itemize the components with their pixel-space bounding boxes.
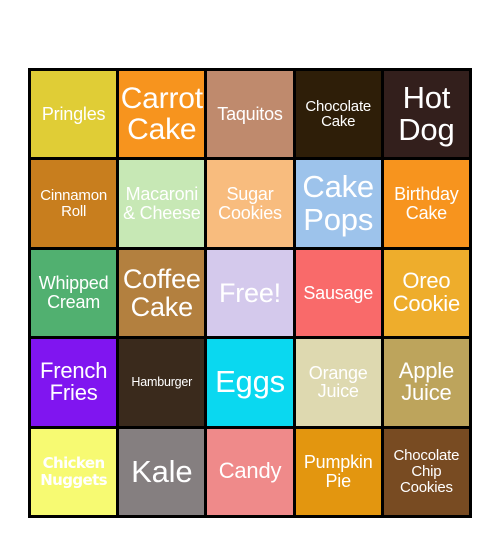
bingo-cell-label: Kale: [131, 453, 193, 489]
bingo-cell-label: Pumpkin Pie: [303, 452, 373, 491]
bingo-cell-label: Sausage: [303, 282, 374, 303]
bingo-cell-label: Hamburger: [131, 374, 193, 389]
bingo-cell[interactable]: Carrot Cake: [119, 71, 205, 158]
bingo-cell[interactable]: Eggs: [207, 339, 293, 426]
bingo-cell[interactable]: Cinnamon Roll: [31, 160, 117, 247]
bingo-cell-label: French Fries: [39, 357, 108, 406]
bingo-cell[interactable]: Cake Pops: [295, 160, 381, 247]
bingo-cell[interactable]: Whipped Cream: [31, 249, 117, 337]
bingo-cell[interactable]: Apple Juice: [383, 339, 469, 426]
bingo-cell[interactable]: Pumpkin Pie: [295, 428, 381, 515]
bingo-cell[interactable]: Chocolate Cake: [295, 71, 381, 158]
bingo-cell-label: Carrot Cake: [120, 82, 203, 147]
bingo-cell-label: Taquitos: [217, 103, 283, 124]
bingo-cell-label: Cinnamon Roll: [40, 187, 107, 220]
bingo-cell[interactable]: Chicken Nuggets: [31, 428, 117, 515]
bingo-cell-label: Orange Juice: [308, 362, 368, 402]
bingo-cell-label: Hot Dog: [398, 79, 455, 148]
bingo-cell[interactable]: Sugar Cookies: [207, 160, 293, 247]
bingo-cell[interactable]: Coffee Cake: [119, 249, 205, 337]
bingo-cell[interactable]: Birthday Cake: [383, 160, 469, 247]
bingo-cell[interactable]: Hamburger: [119, 339, 205, 426]
bingo-cell[interactable]: Taquitos: [207, 71, 293, 158]
bingo-cell-label: Pringles: [41, 103, 106, 124]
bingo-cell-label: Cake Pops: [302, 169, 374, 237]
bingo-cell[interactable]: Candy: [207, 428, 293, 515]
bingo-cell[interactable]: Chocolate Chip Cookies: [383, 428, 469, 515]
bingo-cell-label: Coffee Cake: [122, 263, 201, 322]
bingo-cell[interactable]: French Fries: [31, 339, 117, 426]
bingo-cell-label: Chocolate Chip Cookies: [393, 447, 460, 496]
bingo-cell[interactable]: Oreo Cookie: [383, 249, 469, 337]
bingo-cell-label: Apple Juice: [398, 357, 455, 406]
bingo-cell-label: Macaroni & Cheese: [123, 183, 201, 223]
bingo-cell[interactable]: Macaroni & Cheese: [119, 160, 205, 247]
bingo-cell-label: Whipped Cream: [38, 273, 109, 312]
bingo-cell[interactable]: Pringles: [31, 71, 117, 158]
bingo-cell-label: Free!: [218, 277, 281, 308]
bingo-cell[interactable]: Sausage: [295, 249, 381, 337]
bingo-cell-label: Candy: [218, 458, 282, 484]
bingo-cell[interactable]: Kale: [119, 428, 205, 515]
bingo-cell-label: Eggs: [215, 364, 285, 400]
bingo-cell[interactable]: Hot Dog: [383, 71, 469, 158]
bingo-cell-label: Birthday Cake: [394, 183, 459, 223]
bingo-card: Pringles Carrot Cake Taquitos Chocolate Cak…: [28, 68, 472, 518]
bingo-cell[interactable]: Orange Juice: [295, 339, 381, 426]
bingo-cell-label: Sugar Cookies: [218, 183, 282, 223]
bingo-cell-label: Chicken Nuggets: [40, 454, 107, 489]
bingo-cell-label: Oreo Cookie: [392, 268, 461, 316]
bingo-cell-label: Chocolate Cake: [305, 97, 372, 131]
bingo-cell[interactable]: Free!: [207, 249, 293, 337]
